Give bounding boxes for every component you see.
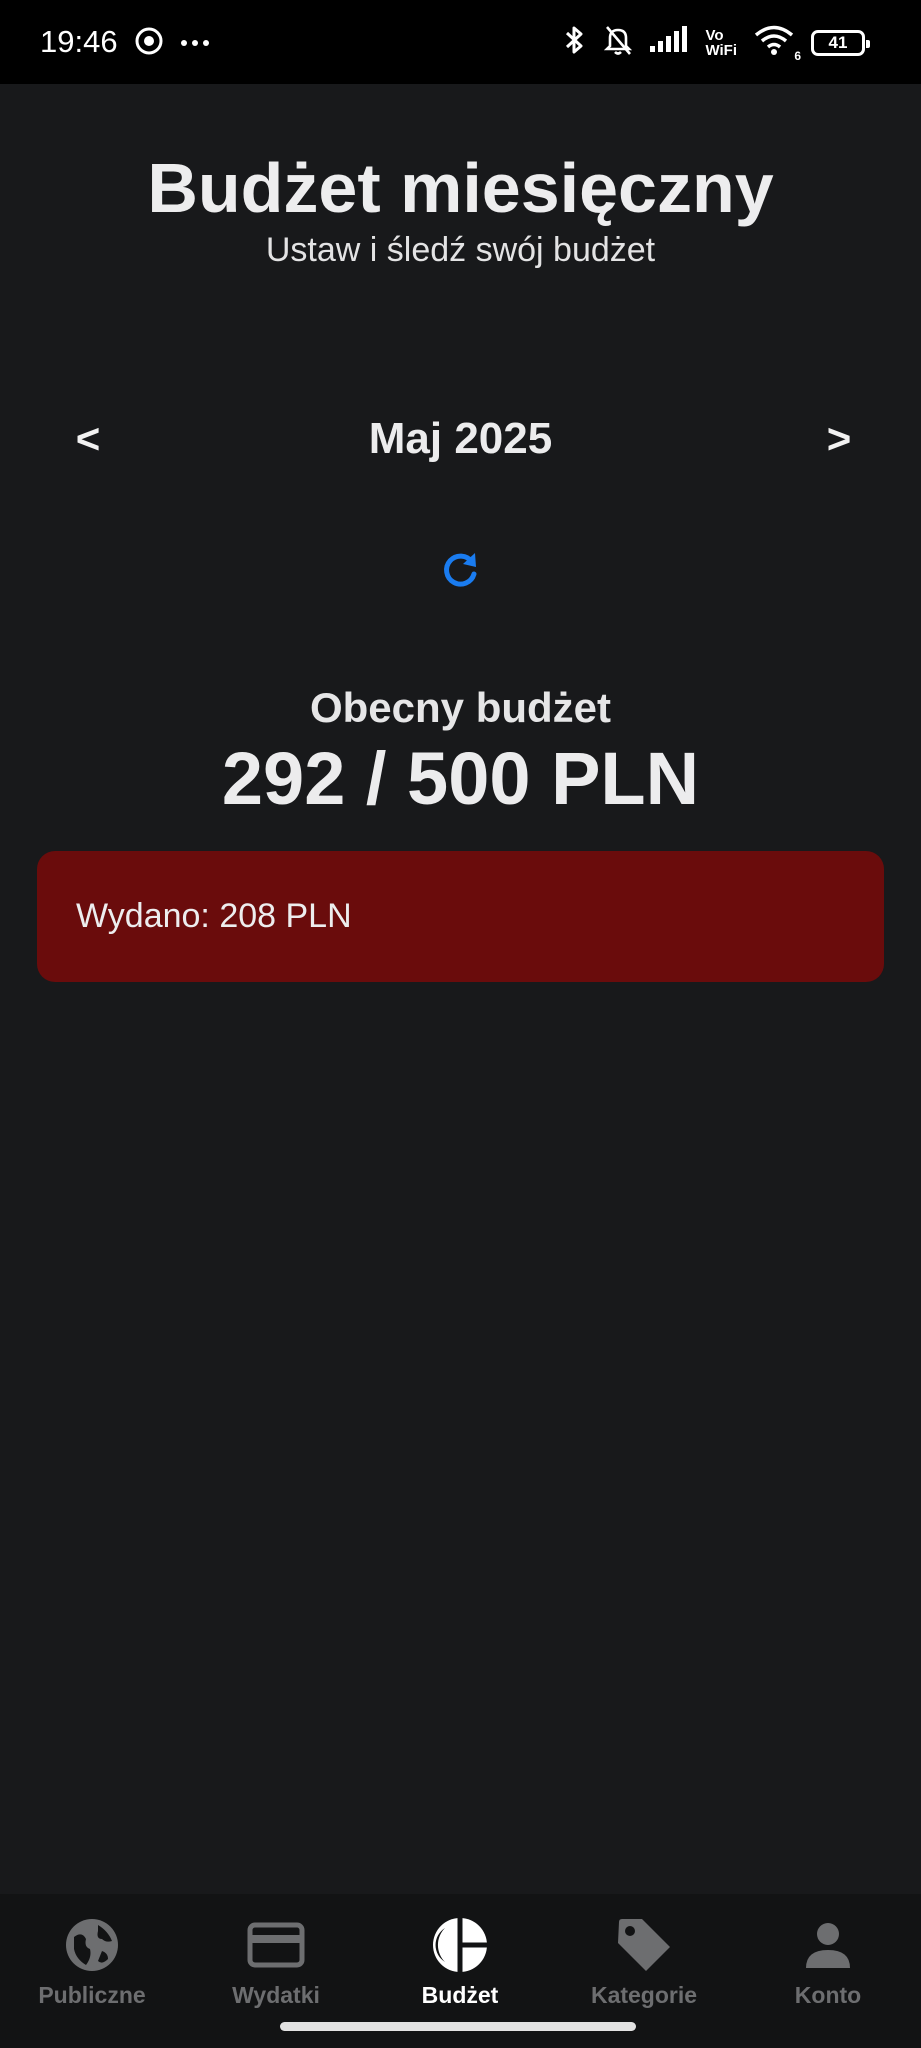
nav-item-wydatki[interactable]: Wydatki (184, 1914, 368, 2009)
home-indicator[interactable] (280, 2022, 636, 2031)
refresh-icon (438, 548, 482, 597)
credit-card-icon (184, 1914, 368, 1976)
nav-label-wydatki: Wydatki (232, 1982, 320, 2008)
status-bar: 19:46 Vo WiFi 6 41 (0, 0, 921, 84)
globe-icon (0, 1914, 184, 1976)
nav-item-publiczne[interactable]: Publiczne (0, 1914, 184, 2009)
nav-item-budzet[interactable]: Budżet (368, 1914, 552, 2009)
battery-level: 41 (828, 32, 848, 52)
wifi-icon: 6 (753, 24, 801, 63)
status-right-icons: Vo WiFi 6 41 (561, 24, 870, 63)
nav-item-konto[interactable]: Konto (736, 1914, 920, 2009)
nav-item-kategorie[interactable]: Kategorie (552, 1914, 736, 2009)
nav-label-konto: Konto (794, 1982, 862, 2008)
spent-card: Wydano: 208 PLN (37, 851, 884, 982)
status-left-icons (134, 26, 210, 61)
budget-summary: Obecny budżet 292 / 500 PLN (0, 684, 921, 821)
bell-muted-icon (603, 24, 633, 61)
page-subtitle: Ustaw i śledź swój budżet (265, 231, 656, 269)
more-notifications-icon (180, 35, 210, 53)
refresh-button[interactable] (434, 546, 486, 598)
volte-label: Vo (705, 26, 724, 44)
month-navigation: < Maj 2025 > (0, 404, 921, 474)
pie-chart-icon (368, 1914, 552, 1976)
budget-value: 292 / 500 PLN (221, 737, 700, 820)
record-icon (134, 26, 164, 61)
nav-label-budzet: Budżet (421, 1982, 499, 2008)
page-title: Budżet miesięczny (147, 149, 774, 227)
nav-label-kategorie: Kategorie (590, 1982, 698, 2008)
spent-amount: Wydano: 208 PLN (76, 897, 352, 935)
person-icon (736, 1914, 920, 1976)
bluetooth-icon (561, 24, 587, 61)
wifi-label: WiFi (705, 41, 737, 59)
page-header: Budżet miesięczny Ustaw i śledź swój bud… (0, 150, 921, 270)
battery-icon: 41 (811, 29, 870, 56)
budget-label: Obecny budżet (309, 684, 612, 731)
nav-label-publiczne: Publiczne (38, 1982, 146, 2008)
status-time: 19:46 (40, 24, 118, 59)
wifi-version-label: 6 (794, 49, 801, 63)
current-month-label: Maj 2025 (368, 414, 553, 463)
next-month-button[interactable]: > (809, 404, 869, 474)
volte-wifi-label: Vo WiFi (705, 28, 737, 58)
tag-icon (552, 1914, 736, 1976)
signal-icon (649, 26, 689, 59)
